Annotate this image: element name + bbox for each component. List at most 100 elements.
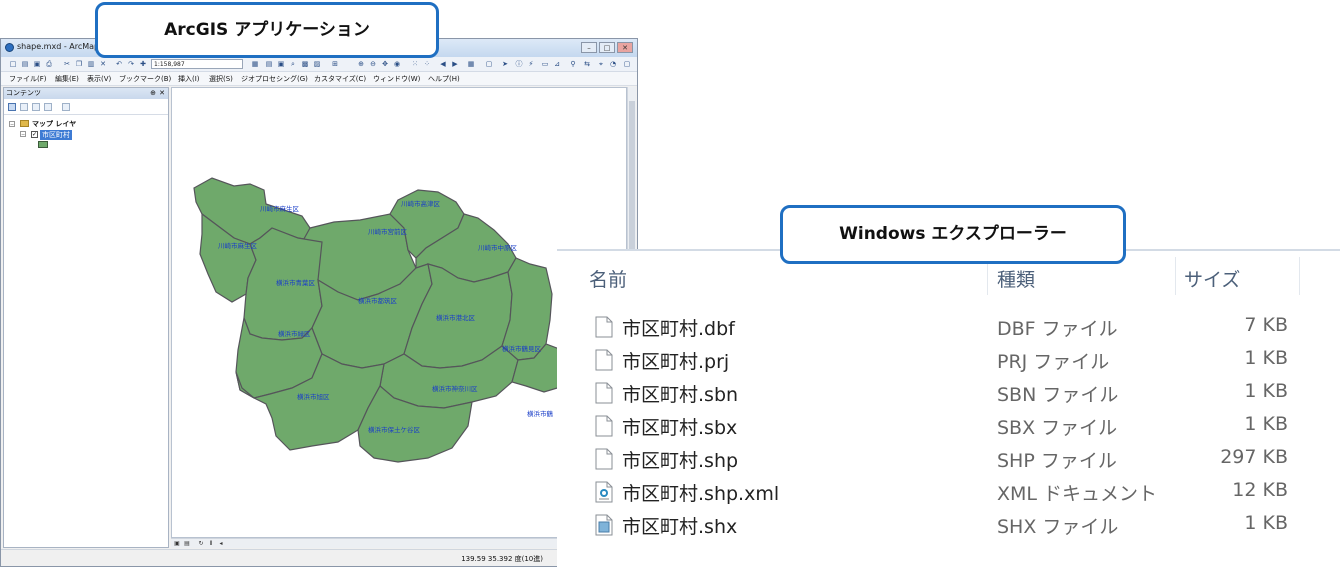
table-icon[interactable]: ▤ [265,60,273,68]
time-slider-icon[interactable]: ◔ [609,60,617,68]
new-document-icon[interactable]: □ [9,60,17,68]
file-row[interactable]: 市区町村.sbx SBX ファイル 1 KB [557,410,1340,443]
menu-file[interactable]: ファイル(F) [9,74,47,84]
menu-selection[interactable]: 選択(S) [209,74,233,84]
file-type: XML ドキュメント [997,483,1158,505]
map-scale-input[interactable]: 1:158,987 [151,59,243,69]
layout-view-icon[interactable]: ▣ [173,540,181,547]
refresh-icon[interactable]: ↻ [197,540,205,547]
copy-icon[interactable]: ❐ [75,60,83,68]
menu-bookmarks[interactable]: ブックマーク(B) [119,74,171,84]
find-route-icon[interactable]: ⇆ [583,60,591,68]
redo-icon[interactable]: ↷ [127,60,135,68]
save-icon[interactable]: ▣ [33,60,41,68]
select-features-icon[interactable]: ▦ [467,60,475,68]
map-layers-label[interactable]: マップ レイヤ [32,119,76,129]
list-by-selection-icon[interactable] [44,103,52,111]
add-data-icon[interactable]: ✚ [139,60,147,68]
explorer-file-list: 名前 種類 サイズ 市区町村.dbf DBF ファイル 7 KB 市区町村.pr… [557,249,1340,567]
delete-icon[interactable]: ✕ [99,60,107,68]
open-icon[interactable]: ▤ [21,60,29,68]
file-row[interactable]: 市区町村.shp.xml XML ドキュメント 12 KB [557,476,1340,509]
file-name: 市区町村.shp.xml [622,483,780,505]
search-window-icon[interactable]: ⌕ [289,60,297,68]
undo-icon[interactable]: ↶ [115,60,123,68]
menu-window[interactable]: ウィンドウ(W) [373,74,420,84]
file-type: DBF ファイル [997,318,1118,340]
list-by-drawing-order-icon[interactable] [8,103,16,111]
menu-edit[interactable]: 編集(E) [55,74,79,84]
catalog-icon[interactable]: ▣ [277,60,285,68]
arcmap-window: shape.mxd - ArcMap – □ ✕ □ ▤ ▣ ⎙ ✂ ❐ ▥ ✕… [0,38,638,567]
toc-title: コンテンツ ⊕ ✕ [4,88,168,99]
fixed-zoom-out-icon[interactable]: ⁘ [423,60,431,68]
scroll-left-icon[interactable]: ◂ [217,540,225,547]
editor-toolbar-icon[interactable]: ▦ [251,60,259,68]
collapse-layer-icon[interactable]: − [20,131,26,138]
layer-visibility-checkbox[interactable]: ✓ [31,131,38,138]
arcmap-app-icon [5,43,14,52]
layer-name-selected[interactable]: 市区町村 [40,130,72,140]
data-view-icon[interactable]: ▤ [183,540,191,547]
file-size: 1 KB [1244,413,1288,435]
map-label: 横浜市神奈川区 [432,384,478,393]
map-label: 横浜市緑区 [278,329,311,338]
model-builder-icon[interactable]: ⊞ [331,60,339,68]
zoom-in-icon[interactable]: ⊕ [357,60,365,68]
create-viewer-icon[interactable]: ▢ [623,60,631,68]
go-to-xy-icon[interactable]: ⌖ [597,60,605,68]
toolbox-icon[interactable]: ▩ [301,60,309,68]
file-row[interactable]: 市区町村.dbf DBF ファイル 7 KB [557,311,1340,344]
toc-toolbar [4,100,168,115]
column-header-size[interactable]: サイズ [1184,265,1240,292]
menu-geoprocessing[interactable]: ジオプロセシング(G) [241,74,308,84]
identify-icon[interactable]: ⓘ [515,60,523,68]
pan-icon[interactable]: ✥ [381,60,389,68]
close-button[interactable]: ✕ [617,42,633,53]
status-bar: 139.59 35.392 度(10進) [1,549,637,566]
fixed-zoom-in-icon[interactable]: ⁙ [411,60,419,68]
toc-title-text: コンテンツ [6,89,41,97]
pin-icon[interactable]: ⊕ [150,88,156,99]
python-icon[interactable]: ▨ [313,60,321,68]
ward-polygons [193,177,573,463]
column-divider[interactable] [1299,257,1300,295]
menu-help[interactable]: ヘルプ(H) [428,74,460,84]
find-icon[interactable]: ⚲ [569,60,577,68]
layer-symbol-swatch[interactable] [38,141,48,148]
minimize-button[interactable]: – [581,42,597,53]
menu-view[interactable]: 表示(V) [87,74,111,84]
html-popup-icon[interactable]: ▭ [541,60,549,68]
select-elements-icon[interactable]: ➤ [501,60,509,68]
zoom-out-icon[interactable]: ⊖ [369,60,377,68]
file-row[interactable]: 市区町村.sbn SBN ファイル 1 KB [557,377,1340,410]
list-by-source-icon[interactable] [20,103,28,111]
menu-insert[interactable]: 挿入(I) [178,74,200,84]
back-extent-icon[interactable]: ◀ [439,60,447,68]
column-header-name[interactable]: 名前 [589,265,627,292]
measure-icon[interactable]: ⊿ [553,60,561,68]
column-header-type[interactable]: 種類 [997,265,1035,292]
column-divider[interactable] [1175,257,1176,295]
paste-icon[interactable]: ▥ [87,60,95,68]
forward-extent-icon[interactable]: ▶ [451,60,459,68]
map-label: 横浜市鶴 [527,409,554,418]
clear-selection-icon[interactable]: ▢ [485,60,493,68]
list-by-visibility-icon[interactable] [32,103,40,111]
file-row[interactable]: 市区町村.shp SHP ファイル 297 KB [557,443,1340,476]
map-label: 横浜市鶴見区 [502,344,542,353]
file-row[interactable]: 市区町村.prj PRJ ファイル 1 KB [557,344,1340,377]
explorer-callout: Windows エクスプローラー [780,205,1126,264]
pause-drawing-icon[interactable]: Ⅱ [207,540,215,547]
map-label: 川崎市麻生区 [218,241,258,250]
file-row[interactable]: 市区町村.shx SHX ファイル 1 KB [557,509,1340,542]
cut-icon[interactable]: ✂ [63,60,71,68]
hyperlink-icon[interactable]: ⚡ [527,60,535,68]
toc-options-icon[interactable] [62,103,70,111]
toc-close-icon[interactable]: ✕ [159,88,165,99]
maximize-button[interactable]: □ [599,42,615,53]
collapse-map-layers-icon[interactable]: − [9,121,15,128]
menu-customize[interactable]: カスタマイズ(C) [314,74,366,84]
full-extent-icon[interactable]: ◉ [393,60,401,68]
print-icon[interactable]: ⎙ [45,60,53,68]
